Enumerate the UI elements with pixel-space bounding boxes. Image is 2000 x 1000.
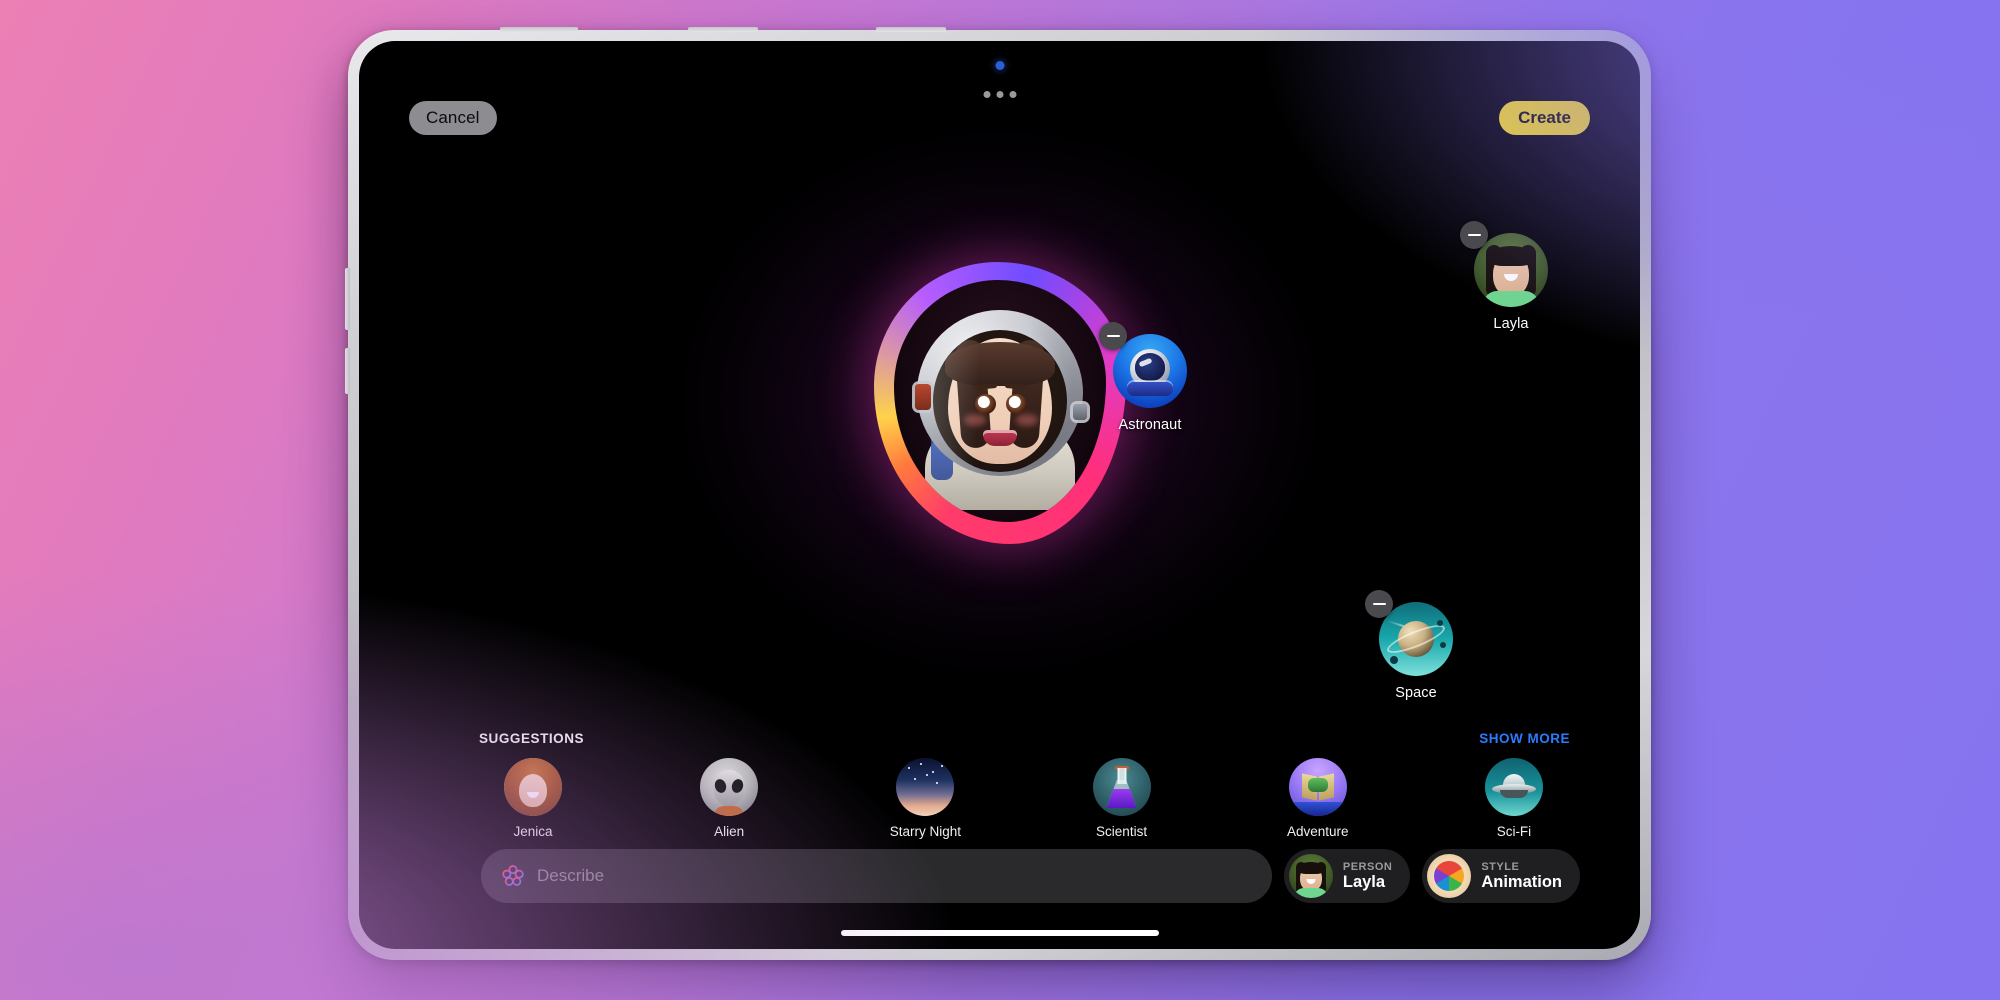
volume-down-button[interactable] bbox=[688, 27, 758, 32]
describe-placeholder-text: Describe bbox=[537, 866, 604, 886]
tablet-device: Cancel Create bbox=[348, 30, 1651, 960]
suggestion-scientist[interactable]: Scientist bbox=[1068, 758, 1176, 839]
suggestion-alien[interactable]: Alien bbox=[675, 758, 783, 839]
describe-input[interactable]: Describe bbox=[481, 849, 1272, 903]
generated-image-preview[interactable] bbox=[874, 262, 1126, 544]
suggestion-adventure[interactable]: Adventure bbox=[1264, 758, 1372, 839]
tablet-screen: Cancel Create bbox=[359, 41, 1640, 949]
suggestion-label: Sci-Fi bbox=[1460, 824, 1568, 839]
person-avatar bbox=[1289, 854, 1333, 898]
suggestion-sci-fi[interactable]: Sci-Fi bbox=[1460, 758, 1568, 839]
concept-chip-space[interactable]: Space bbox=[1356, 602, 1476, 701]
desktop-wallpaper: Cancel Create bbox=[0, 0, 2000, 1000]
concept-chip-label: Layla bbox=[1451, 316, 1571, 332]
person-photo-icon bbox=[504, 758, 562, 816]
person-chip[interactable]: PERSON Layla bbox=[1284, 849, 1410, 903]
remove-chip-button[interactable] bbox=[1365, 590, 1393, 618]
animation-style-icon bbox=[1427, 854, 1471, 898]
style-chip-kicker: STYLE bbox=[1481, 861, 1562, 873]
home-indicator[interactable] bbox=[841, 930, 1159, 936]
suggestions-row: Jenica Alien bbox=[359, 746, 1640, 839]
astronaut-helmet-icon bbox=[1113, 334, 1187, 408]
concept-chip-label: Space bbox=[1356, 685, 1476, 701]
helmet-latch-left-icon bbox=[915, 384, 931, 410]
helmet-latch-right-icon bbox=[1073, 404, 1087, 420]
alien-icon bbox=[700, 758, 758, 816]
side-button-upper[interactable] bbox=[345, 268, 350, 330]
concept-chip-astronaut[interactable]: Astronaut bbox=[1090, 334, 1210, 433]
suggestions-section: SUGGESTIONS SHOW MORE Jenica bbox=[359, 731, 1640, 839]
suggestion-label: Starry Night bbox=[871, 824, 979, 839]
concept-chip-layla[interactable]: Layla bbox=[1451, 233, 1571, 332]
suggestions-title: SUGGESTIONS bbox=[479, 731, 584, 746]
hero-image-inner bbox=[894, 280, 1106, 522]
suggestion-jenica[interactable]: Jenica bbox=[479, 758, 587, 839]
flask-icon bbox=[1093, 758, 1151, 816]
power-button[interactable] bbox=[876, 27, 946, 32]
suggestion-starry-night[interactable]: Starry Night bbox=[871, 758, 979, 839]
apple-intelligence-icon bbox=[501, 864, 525, 888]
planet-icon bbox=[1379, 602, 1453, 676]
person-chip-kicker: PERSON bbox=[1343, 861, 1392, 873]
remove-chip-button[interactable] bbox=[1099, 322, 1127, 350]
suggestion-label: Adventure bbox=[1264, 824, 1372, 839]
map-icon bbox=[1289, 758, 1347, 816]
person-photo-avatar bbox=[1474, 233, 1548, 307]
ufo-icon bbox=[1485, 758, 1543, 816]
composer-bar: Describe PERSON Layla bbox=[359, 849, 1640, 903]
show-more-button[interactable]: SHOW MORE bbox=[1479, 731, 1570, 746]
volume-up-button[interactable] bbox=[500, 27, 578, 32]
suggestions-header: SUGGESTIONS SHOW MORE bbox=[359, 731, 1640, 746]
starry-sky-icon bbox=[896, 758, 954, 816]
suggestion-label: Alien bbox=[675, 824, 783, 839]
suggestion-label: Scientist bbox=[1068, 824, 1176, 839]
remove-chip-button[interactable] bbox=[1460, 221, 1488, 249]
style-chip-value: Animation bbox=[1481, 873, 1562, 891]
style-chip[interactable]: STYLE Animation bbox=[1422, 849, 1580, 903]
person-chip-value: Layla bbox=[1343, 873, 1392, 891]
concept-chip-label: Astronaut bbox=[1090, 417, 1210, 433]
astronaut-portrait bbox=[911, 302, 1089, 510]
side-button-lower[interactable] bbox=[345, 348, 350, 394]
suggestion-label: Jenica bbox=[479, 824, 587, 839]
